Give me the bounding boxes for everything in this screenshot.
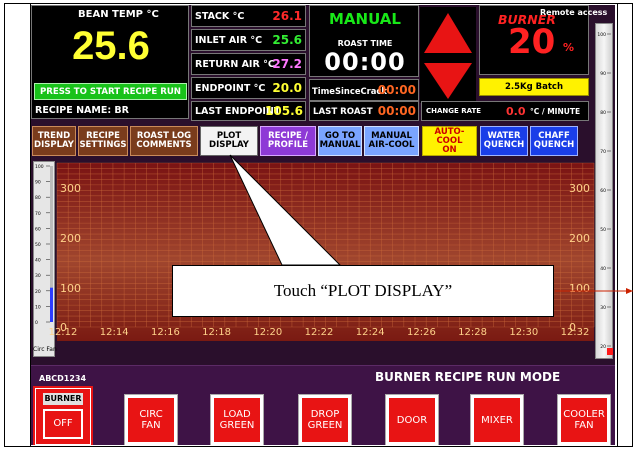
endpoint-label: ENDPOINT °C [195,83,266,94]
change-rate-unit: °C / MINUTE [530,107,581,116]
time-since-crack-label: TimeSinceCrack [312,86,387,96]
drop-green-button[interactable]: DROP GREEN [298,394,352,445]
gauge-tick-label: 20 [600,344,606,350]
recipe-settings-button[interactable]: RECIPE SETTINGS [78,126,128,156]
y-tick-label-left: 200 [60,232,81,245]
manual-air-cool-button[interactable]: MANUAL AIR-COOL [364,126,419,156]
last-roast-label: LAST ROAST [313,107,373,117]
trend-display-button[interactable]: TREND DISPLAY [32,126,76,156]
x-tick-label: 12:24 [356,327,385,338]
last-roast-value: 00:00 [377,104,416,118]
burner-unit: % [563,41,575,54]
gauge-tick-label: 100 [597,32,606,38]
return-air-label: RETURN AIR °C [195,59,275,70]
remote-access-label: Remote access [540,8,608,17]
bean-temp-label: BEAN TEMP °C [78,9,159,20]
roaster-screen: BEAN TEMP °C 25.6 PRESS TO START RECIPE … [31,5,615,445]
y-tick-label-left: 100 [60,282,81,295]
x-tick-label: 12:18 [202,327,231,338]
stack-value: 26.1 [272,9,302,23]
load-green-button[interactable]: LOAD GREEN [210,394,264,445]
burner-gauge[interactable]: 100 90 80 70 60 50 40 30 20 [595,23,613,359]
burner-box-label: BURNER [43,393,83,405]
bean-temp-value: 25.6 [72,24,150,68]
burner-toggle-box[interactable]: BURNER OFF [33,386,93,445]
x-tick-label: 12:14 [100,327,129,338]
recipe-profile-button[interactable]: RECIPE / PROFILE [260,126,316,156]
inlet-air-readout: INLET AIR °C 25.6 [191,29,306,51]
roast-time-label: ROAST TIME [337,39,393,48]
stack-label: STACK °C [195,11,245,22]
endpoint-value: 20.0 [272,81,302,95]
gauge-tick-label: 80 [600,110,606,116]
x-tick-label: 12:22 [305,327,334,338]
change-rate-value: 0.0 [506,105,526,118]
gauge-tick-label: 50 [600,227,606,233]
return-air-value: 27.2 [272,57,302,71]
x-tick-label: 12:32 [561,327,590,338]
plot-display-button[interactable]: PLOT DISPLAY [200,126,258,156]
door-button[interactable]: DOOR [385,394,439,445]
gauge-tick-label: 30 [600,305,606,311]
time-since-crack-value: 00:00 [377,83,416,97]
circ-fan-button[interactable]: CIRC FAN [124,394,178,445]
up-arrow-icon [424,13,472,53]
change-rate-readout: CHANGE RATE 0.0 °C / MINUTE [421,101,589,121]
recipe-name: RECIPE NAME: BR [35,105,129,116]
run-mode-title: BURNER RECIPE RUN MODE [375,370,561,384]
water-quench-button[interactable]: WATER QUENCH [480,126,528,156]
last-roast-readout: LAST ROAST 00:00 [309,101,419,121]
mode-panel: MANUAL ROAST TIME 00:00 [309,5,419,77]
roast-time-value: 00:00 [324,48,406,76]
mixer-button[interactable]: MIXER [470,394,524,445]
chaff-quench-button[interactable]: CHAFF QUENCH [530,126,578,156]
x-tick-label: 12:26 [407,327,436,338]
last-endpoint-value: 105.6 [265,104,303,118]
mode-label: MANUAL [329,10,401,28]
inlet-air-label: INLET AIR °C [195,35,263,46]
y-tick-label-right: 100 [569,282,590,295]
burner-value: 20 [508,22,556,62]
auto-cool-button[interactable]: AUTO-COOL ON [422,126,477,156]
x-tick-label: 12:28 [458,327,487,338]
increase-button[interactable] [420,7,476,59]
x-tick-label: 12:30 [509,327,538,338]
batch-button[interactable]: 2.5Kg Batch [479,78,589,96]
return-air-readout: RETURN AIR °C 27.2 [191,53,306,75]
y-tick-label-left: 300 [60,182,81,195]
burner-level-marker[interactable] [607,348,613,355]
gauge-tick-label: 40 [600,266,606,272]
decrease-button[interactable] [420,59,476,103]
y-tick-label-right: 300 [569,182,590,195]
x-tick-label: 12:12 [49,327,78,338]
cooler-fan-button[interactable]: COOLER FAN [557,394,611,445]
change-rate-label: CHANGE RATE [426,107,482,115]
last-endpoint-readout: LAST ENDPOINT 105.6 [191,101,306,121]
down-arrow-icon [424,63,472,99]
go-to-manual-button[interactable]: GO TO MANUAL [318,126,362,156]
device-id: ABCD1234 [39,374,87,383]
table-divider-right [617,3,618,447]
burner-gauge-scale: 100 90 80 70 60 50 40 30 20 [597,32,613,355]
gauge-tick-label: 90 [600,71,606,77]
inlet-air-value: 25.6 [272,33,302,47]
callout-text: Touch “PLOT DISPLAY” [273,281,453,300]
bean-temp-panel: BEAN TEMP °C 25.6 PRESS TO START RECIPE … [31,5,189,119]
roast-log-comments-button[interactable]: ROAST LOG COMMENTS [130,126,198,156]
burner-box-state: OFF [43,409,83,439]
stack-readout: STACK °C 26.1 [191,5,306,27]
y-tick-label-right: 200 [569,232,590,245]
gauge-tick-label: 70 [600,149,606,155]
x-tick-label: 12:16 [151,327,180,338]
time-since-crack-readout: TimeSinceCrack 00:00 [309,79,419,101]
gauge-tick-label: 60 [600,188,606,194]
endpoint-readout: ENDPOINT °C 20.0 [191,77,306,99]
start-recipe-button[interactable]: PRESS TO START RECIPE RUN [34,83,187,100]
x-tick-label: 12:20 [253,327,282,338]
